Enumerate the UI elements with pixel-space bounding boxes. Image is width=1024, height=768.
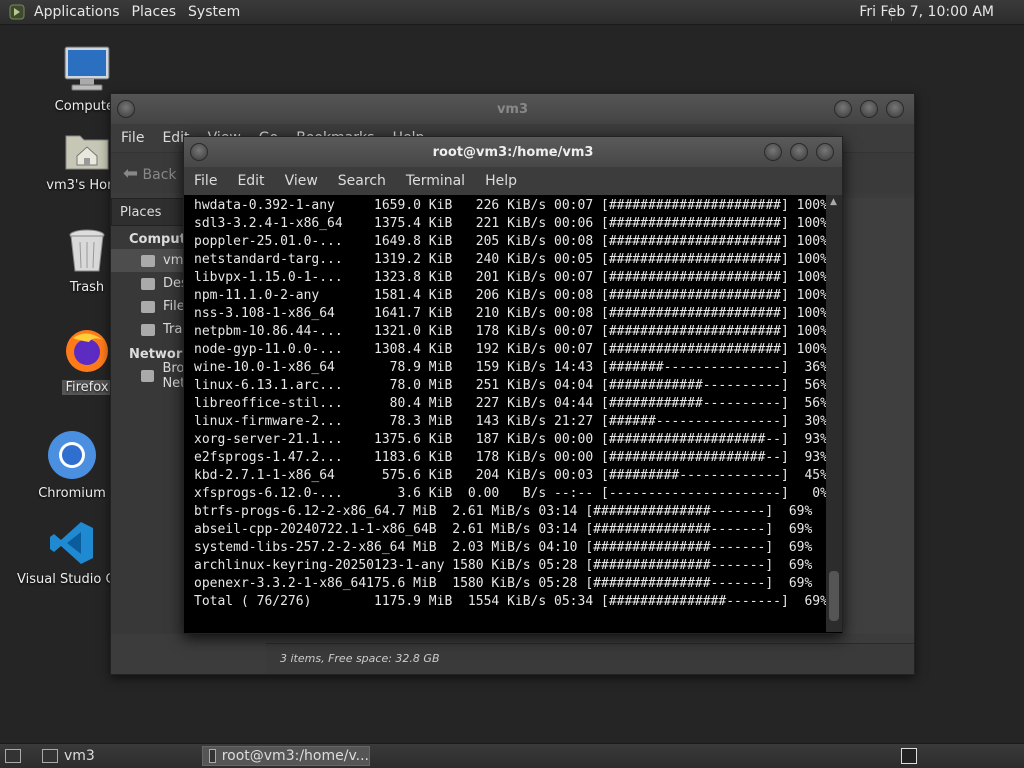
terminal-icon [209,749,216,763]
workspace-icon [901,748,917,764]
terminal-line: hwdata-0.392-1-any 1659.0 KiB 226 KiB/s … [194,198,826,213]
taskbar-item-label: vm3 [64,748,95,764]
terminal-line: sdl3-3.2.4-1-x86_64 1375.4 KiB 221 KiB/s… [194,216,826,231]
menu-search[interactable]: Search [338,173,386,189]
menu-view[interactable]: View [285,173,318,189]
trash-icon [141,323,155,336]
terminal-line: libreoffice-stil... 80.4 MiB 227 KiB/s 0… [194,396,826,411]
terminal-line: xorg-server-21.1... 1375.6 KiB 187 KiB/s… [194,432,826,447]
taskbar-item-terminal[interactable]: root@vm3:/home/v... [202,746,370,766]
scroll-up-icon[interactable]: ▲ [830,197,837,207]
terminal-output[interactable]: hwdata-0.392-1-any 1659.0 KiB 226 KiB/s … [184,195,826,632]
terminal-window: root@vm3:/home/vm3 File Edit View Search… [183,136,843,634]
folder-icon [42,749,58,763]
terminal-line: poppler-25.01.0-... 1649.8 KiB 205 KiB/s… [194,234,826,249]
terminal-menubar: File Edit View Search Terminal Help [184,167,842,195]
network-icon [141,369,155,382]
back-arrow-icon: ⬅ [123,163,139,184]
workspace-switcher[interactable] [895,746,923,766]
terminal-line: xfsprogs-6.12.0-... 3.6 KiB 0.00 B/s --:… [194,486,826,501]
terminal-line: npm-11.1.0-2-any 1581.4 KiB 206 KiB/s 00… [194,288,826,303]
maximize-button[interactable] [790,143,808,161]
menu-help[interactable]: Help [485,173,517,189]
desktop-icon-label: Firefox [62,380,112,395]
home-icon [141,254,155,267]
file-manager-title: vm3 [496,102,529,117]
desktop-icon [141,277,155,290]
minimize-button[interactable] [764,143,782,161]
terminal-titlebar[interactable]: root@vm3:/home/vm3 [184,137,842,167]
terminal-line: netpbm-10.86.44-... 1321.0 KiB 178 KiB/s… [194,324,826,339]
terminal-title: root@vm3:/home/vm3 [432,145,594,160]
menu-file[interactable]: File [194,173,217,189]
taskbar-item-label: root@vm3:/home/v... [221,748,369,764]
terminal-line: systemd-libs-257.2-2-x86_64 MiB 2.03 MiB… [194,540,813,555]
terminal-line: node-gyp-11.0.0-... 1308.4 KiB 192 KiB/s… [194,342,826,357]
drive-icon [141,300,155,313]
system-menu[interactable]: System [184,4,248,20]
terminal-line: netstandard-targ... 1319.2 KiB 240 KiB/s… [194,252,826,267]
top-panel: Applications Places System Fri Feb 7, 10… [0,0,1024,25]
taskbar-item-file-manager[interactable]: vm3 [36,746,200,766]
menu-edit[interactable]: Edit [237,173,264,189]
terminal-line: archlinux-keyring-20250123-1-any 1580 Ki… [194,558,813,573]
places-menu[interactable]: Places [128,4,185,20]
terminal-line: linux-6.13.1.arc... 78.0 MiB 251 KiB/s 0… [194,378,826,393]
minimize-button[interactable] [834,100,852,118]
applications-menu[interactable]: Applications [30,4,128,20]
status-bar: 3 items, Free space: 32.8 GB [266,643,914,674]
close-button[interactable] [886,100,904,118]
clock[interactable]: Fri Feb 7, 10:00 AM [859,4,994,20]
computer-icon [32,45,142,97]
terminal-line: linux-firmware-2... 78.3 MiB 143 KiB/s 2… [194,414,826,429]
terminal-line: e2fsprogs-1.47.2... 1183.6 KiB 178 KiB/s… [194,450,826,465]
terminal-line: libvpx-1.15.0-1-... 1323.8 KiB 201 KiB/s… [194,270,826,285]
show-desktop-button[interactable] [2,746,24,766]
terminal-line: Total ( 76/276) 1175.9 MiB 1554 KiB/s 05… [194,594,826,609]
applications-menu-icon[interactable] [8,3,26,21]
maximize-button[interactable] [860,100,878,118]
terminal-scrollbar[interactable]: ▲ [826,195,842,632]
terminal-line: nss-3.108-1-x86_64 1641.7 KiB 210 KiB/s … [194,306,826,321]
status-text: 3 items, Free space: 32.8 GB [280,652,440,665]
show-desktop-icon [5,749,21,763]
close-button[interactable] [816,143,834,161]
menu-file[interactable]: File [121,130,144,146]
back-button[interactable]: ⬅ Back [123,163,177,184]
terminal-line: kbd-2.7.1-1-x86_64 575.6 KiB 204 KiB/s 0… [194,468,826,483]
file-manager-titlebar[interactable]: vm3 [111,94,914,124]
terminal-line: btrfs-progs-6.12-2-x86_64.7 MiB 2.61 MiB… [194,504,813,519]
terminal-line: wine-10.0-1-x86_64 78.9 MiB 159 KiB/s 14… [194,360,826,375]
terminal-line: openexr-3.3.2-1-x86_64175.6 MiB 1580 KiB… [194,576,813,591]
back-label: Back [142,167,177,183]
terminal-line: abseil-cpp-20240722.1-1-x86_64B 2.61 MiB… [194,522,813,537]
scrollbar-thumb[interactable] [829,571,839,621]
bottom-panel: vm3 root@vm3:/home/v... [0,743,1024,768]
menu-terminal[interactable]: Terminal [406,173,465,189]
